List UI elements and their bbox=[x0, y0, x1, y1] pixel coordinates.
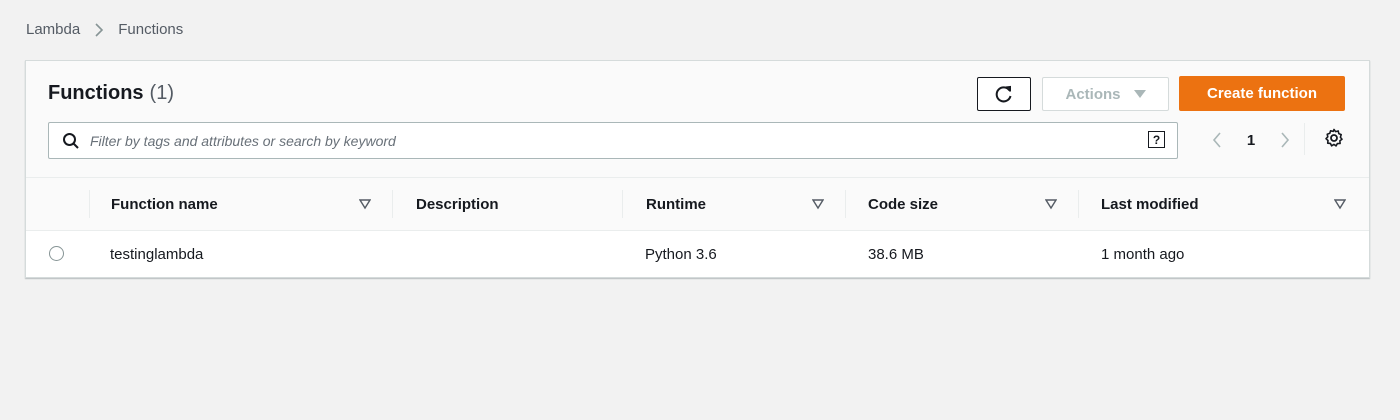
column-separator bbox=[845, 190, 846, 218]
breadcrumb-current: Functions bbox=[118, 21, 184, 38]
actions-dropdown[interactable]: Actions bbox=[1042, 77, 1169, 111]
column-separator bbox=[1078, 190, 1079, 218]
search-input[interactable]: Filter by tags and attributes or search … bbox=[48, 122, 1178, 159]
table-row[interactable]: testinglambda Python 3.6 38.6 MB 1 month… bbox=[26, 231, 1369, 277]
panel-header: Functions (1) Actions Create function Fil… bbox=[26, 61, 1369, 178]
breadcrumb-lambda-link[interactable]: Lambda bbox=[26, 21, 80, 38]
cell-last-modified: 1 month ago bbox=[1101, 245, 1185, 263]
help-icon[interactable]: ? bbox=[1148, 131, 1165, 148]
column-separator bbox=[622, 190, 623, 218]
functions-panel: Functions (1) Actions Create function Fil… bbox=[25, 60, 1370, 278]
column-separator bbox=[89, 190, 90, 218]
chevron-right-icon bbox=[94, 22, 104, 38]
column-header-last-modified[interactable]: Last modified bbox=[1101, 178, 1199, 230]
refresh-icon bbox=[995, 85, 1012, 103]
column-header-description[interactable]: Description bbox=[416, 178, 499, 230]
cell-function-name[interactable]: testinglambda bbox=[110, 231, 203, 277]
chevron-right-icon[interactable] bbox=[1274, 131, 1296, 149]
row-select-radio[interactable] bbox=[49, 246, 64, 261]
sort-icon[interactable] bbox=[811, 197, 825, 215]
column-separator bbox=[392, 190, 393, 218]
gear-icon[interactable] bbox=[1324, 128, 1344, 153]
sort-icon[interactable] bbox=[358, 197, 372, 215]
cell-runtime: Python 3.6 bbox=[645, 245, 717, 263]
pagination: 1 bbox=[1206, 125, 1296, 155]
page-title: Functions (1) bbox=[48, 82, 174, 105]
breadcrumb: Lambda Functions bbox=[26, 21, 183, 38]
cell-code-size: 38.6 MB bbox=[868, 245, 924, 263]
divider bbox=[1304, 123, 1305, 155]
sort-icon[interactable] bbox=[1044, 197, 1058, 215]
title-text: Functions bbox=[48, 82, 144, 104]
table-header: Function name Description Runtime Code s… bbox=[26, 178, 1369, 231]
actions-label: Actions bbox=[1065, 85, 1121, 103]
search-placeholder: Filter by tags and attributes or search … bbox=[90, 133, 396, 149]
page-number[interactable]: 1 bbox=[1228, 132, 1274, 149]
column-header-runtime[interactable]: Runtime bbox=[646, 178, 706, 230]
create-function-button[interactable]: Create function bbox=[1179, 76, 1345, 111]
chevron-left-icon[interactable] bbox=[1206, 131, 1228, 149]
sort-icon[interactable] bbox=[1333, 197, 1347, 215]
function-count: (1) bbox=[149, 82, 174, 104]
column-header-code-size[interactable]: Code size bbox=[868, 178, 938, 230]
refresh-button[interactable] bbox=[977, 77, 1031, 111]
search-icon bbox=[62, 132, 80, 155]
caret-down-icon bbox=[1133, 89, 1146, 99]
column-header-function-name[interactable]: Function name bbox=[111, 178, 218, 230]
